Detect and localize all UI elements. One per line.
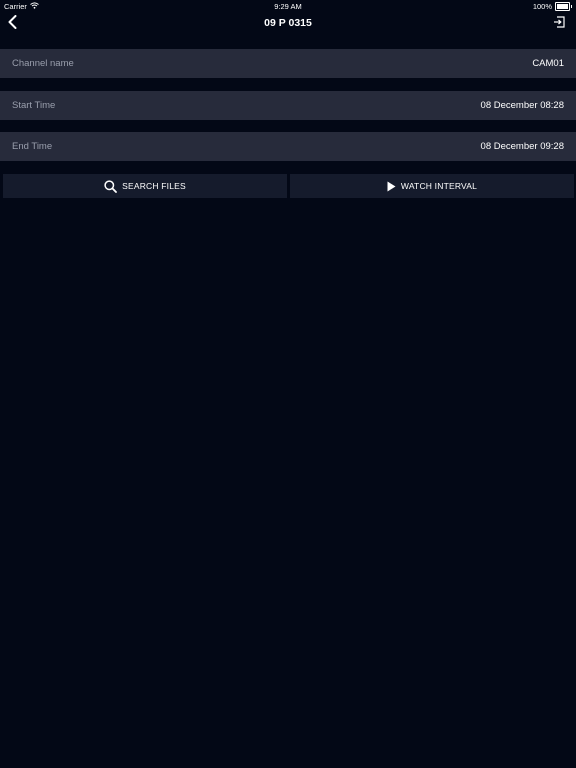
watch-interval-button[interactable]: WATCH INTERVAL (290, 174, 574, 198)
nav-bar: 09 P 0315 (0, 12, 576, 36)
search-icon (104, 179, 117, 193)
exit-button[interactable] (552, 15, 566, 33)
channel-name-value: CAM01 (532, 58, 564, 69)
start-time-value: 08 December 08:28 (480, 100, 564, 111)
exit-icon (553, 15, 565, 33)
status-time: 9:29 AM (274, 2, 302, 11)
end-time-label: End Time (12, 141, 53, 152)
watch-interval-label: WATCH INTERVAL (400, 181, 478, 191)
play-icon (387, 181, 396, 192)
search-files-label: SEARCH FILES (122, 181, 186, 191)
end-time-value: 08 December 09:28 (480, 141, 564, 152)
end-time-row[interactable]: End Time 08 December 09:28 (0, 132, 576, 161)
battery-indicator: 100% (532, 2, 572, 11)
status-bar: Carrier 9:29 AM 100% (0, 0, 576, 12)
start-time-label: Start Time (12, 100, 56, 111)
battery-icon (555, 2, 572, 11)
page-title: 09 P 0315 (264, 17, 312, 29)
channel-name-row[interactable]: Channel name CAM01 (0, 49, 576, 78)
action-buttons: SEARCH FILES WATCH INTERVAL (3, 174, 574, 198)
channel-name-label: Channel name (12, 58, 74, 69)
start-time-row[interactable]: Start Time 08 December 08:28 (0, 91, 576, 120)
battery-percent: 100% (532, 2, 552, 11)
search-files-button[interactable]: SEARCH FILES (3, 174, 287, 198)
